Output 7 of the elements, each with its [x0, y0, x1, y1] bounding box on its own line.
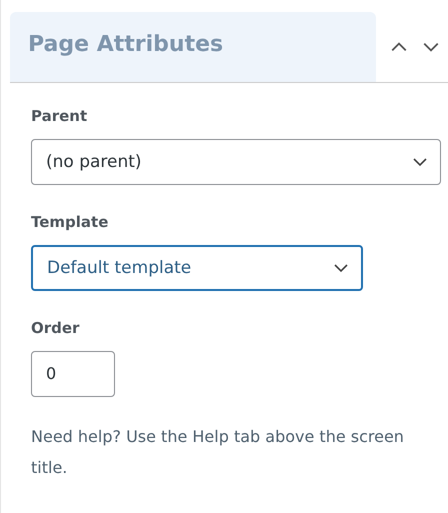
dropdown[interactable]: Default template: [31, 245, 363, 291]
dropdown[interactable]: (no parent): [31, 139, 441, 185]
field-label: Parent: [31, 107, 88, 125]
field-label: Order: [31, 319, 80, 337]
help-text: Need help? Use the Help tab above the screen title.: [31, 426, 405, 479]
field-label: Template: [31, 213, 110, 231]
number-field[interactable]: 0: [31, 351, 115, 397]
